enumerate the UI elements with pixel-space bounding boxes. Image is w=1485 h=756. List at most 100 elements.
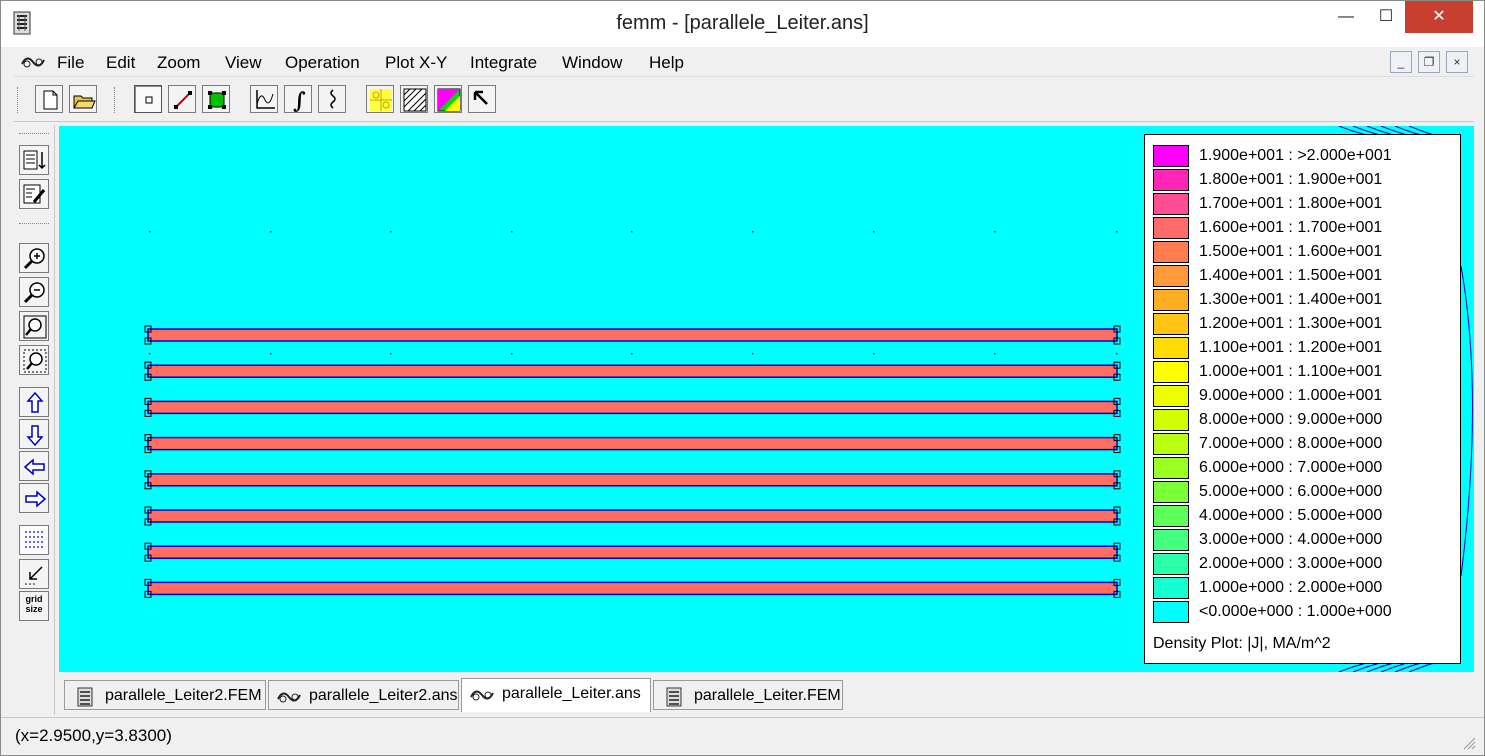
tab-1[interactable]: parallele_Leiter2.ans [268, 680, 459, 710]
pan-right-button[interactable] [19, 483, 49, 513]
conductor-bar [147, 436, 1118, 451]
legend-entry: 3.000e+000 : 4.000e+000 [1153, 529, 1458, 551]
zoom-out-icon [23, 282, 45, 304]
document-tabs: parallele_Leiter2.FEM parallele_Leiter2.a… [59, 677, 1474, 713]
zoom-in-icon [23, 248, 45, 270]
grid-dot [631, 353, 633, 355]
grid-dot [390, 353, 392, 355]
close-button[interactable]: ✕ [1405, 1, 1473, 33]
menu-window[interactable]: Window [562, 53, 622, 73]
legend-swatch [1153, 337, 1189, 359]
legend-range-label: 1.300e+001 : 1.400e+001 [1199, 291, 1383, 308]
grid-size-label: grid size [25, 594, 43, 614]
grid-dot [149, 353, 151, 355]
legend-entry: 1.500e+001 : 1.600e+001 [1153, 241, 1458, 263]
toolbar-grip[interactable] [17, 87, 21, 113]
menu-view[interactable]: View [225, 53, 262, 73]
show-results-button[interactable] [19, 145, 49, 175]
legend-swatch [1153, 361, 1189, 383]
status-bar: (x=2.9500,y=3.8300) [1, 717, 1484, 755]
pan-up-button[interactable] [19, 387, 49, 417]
tab-0[interactable]: parallele_Leiter2.FEM [64, 680, 266, 710]
hatch-plot-button[interactable] [400, 85, 428, 113]
grid-dot [752, 353, 754, 355]
legend-range-label: <0.000e+000 : 1.000e+000 [1199, 603, 1392, 620]
legend-entry: 4.000e+000 : 5.000e+000 [1153, 505, 1458, 527]
tab-3[interactable]: parallele_Leiter.FEM [653, 680, 843, 710]
pointer-button[interactable] [468, 85, 496, 113]
menu-file[interactable]: File [57, 53, 84, 73]
snap-grid-button[interactable] [19, 559, 49, 589]
maximize-button[interactable]: ☐ [1363, 1, 1409, 33]
integrate-button[interactable]: ∫ [284, 85, 312, 114]
resize-grip-icon[interactable] [1462, 736, 1476, 750]
menu-help[interactable]: Help [649, 53, 684, 73]
mdi-close-button[interactable]: × [1446, 51, 1468, 73]
legend-range-label: 6.000e+000 : 7.000e+000 [1199, 459, 1383, 476]
toolbar-grip[interactable] [19, 133, 49, 137]
contour-plot-button[interactable] [366, 85, 394, 113]
show-grid-button[interactable] [19, 525, 49, 555]
block-icon [208, 91, 226, 109]
toolbar-grip[interactable] [114, 87, 118, 113]
femm-window: femm - [parallele_Leiter.ans] — ☐ ✕ File… [0, 0, 1485, 756]
line-integral-button[interactable] [318, 85, 346, 113]
legend-swatch [1153, 529, 1189, 551]
pan-left-button[interactable] [19, 451, 49, 481]
legend-range-label: 8.000e+000 : 9.000e+000 [1199, 411, 1383, 428]
zoom-natural-button[interactable] [19, 311, 49, 341]
node-icon [145, 96, 153, 104]
mdi-minimize-button[interactable]: _ [1390, 51, 1412, 73]
toolbar-grip[interactable] [19, 223, 49, 227]
density-plot-button[interactable] [434, 85, 462, 113]
zoom-out-button[interactable] [19, 277, 49, 307]
zoom-in-button[interactable] [19, 243, 49, 273]
arrow-left-icon [23, 458, 45, 476]
grid-dot [390, 231, 392, 233]
zoom-natural-icon [23, 315, 47, 339]
legend-entry: 1.000e+000 : 2.000e+000 [1153, 577, 1458, 599]
conductor-bar [147, 400, 1118, 415]
grid-dot [270, 353, 272, 355]
select-blocks-button[interactable] [202, 85, 230, 113]
snap-arrow-icon [25, 566, 43, 585]
menu-edit[interactable]: Edit [106, 53, 135, 73]
open-file-button[interactable] [69, 85, 97, 113]
femm-view-icon[interactable] [20, 52, 46, 72]
legend-range-label: 3.000e+000 : 4.000e+000 [1199, 531, 1383, 548]
select-segments-button[interactable] [168, 85, 196, 113]
legend-entry: 7.000e+000 : 8.000e+000 [1153, 433, 1458, 455]
contour-icon [370, 89, 392, 111]
legend-swatch [1153, 409, 1189, 431]
menu-zoom[interactable]: Zoom [157, 53, 200, 73]
legend-swatch [1153, 433, 1189, 455]
grid-size-button[interactable]: grid size [19, 591, 49, 621]
conductor-bar [147, 364, 1118, 378]
mdi-restore-button[interactable]: ❐ [1418, 51, 1440, 73]
menu-plot-xy[interactable]: Plot X-Y [385, 53, 447, 73]
new-file-button[interactable] [35, 85, 63, 113]
legend-swatch [1153, 145, 1189, 167]
legend-title: Density Plot: |J|, MA/m^2 [1153, 635, 1331, 652]
legend-swatch [1153, 457, 1189, 479]
arrow-up-icon [26, 391, 44, 413]
window-title: femm - [parallele_Leiter.ans] [616, 12, 869, 34]
legend-swatch [1153, 217, 1189, 239]
legend-entry: 1.700e+001 : 1.800e+001 [1153, 193, 1458, 215]
plot-xy-button[interactable] [250, 85, 278, 113]
grid-dot [873, 231, 875, 233]
select-nodes-button[interactable] [134, 85, 162, 113]
legend-swatch [1153, 241, 1189, 263]
density-legend: Density Plot: |J|, MA/m^2 1.900e+001 : >… [1144, 134, 1461, 664]
pan-down-button[interactable] [19, 419, 49, 449]
menu-integrate[interactable]: Integrate [470, 53, 537, 73]
grid-dot [994, 353, 996, 355]
menu-operation[interactable]: Operation [285, 53, 360, 73]
legend-entry: 6.000e+000 : 7.000e+000 [1153, 457, 1458, 479]
legend-entry: <0.000e+000 : 1.000e+000 [1153, 601, 1458, 623]
legend-swatch [1153, 289, 1189, 311]
conductor-bar [147, 545, 1118, 559]
zoom-window-button[interactable] [19, 345, 49, 375]
tab-2[interactable]: parallele_Leiter.ans [461, 678, 651, 712]
edit-properties-button[interactable] [19, 179, 49, 209]
